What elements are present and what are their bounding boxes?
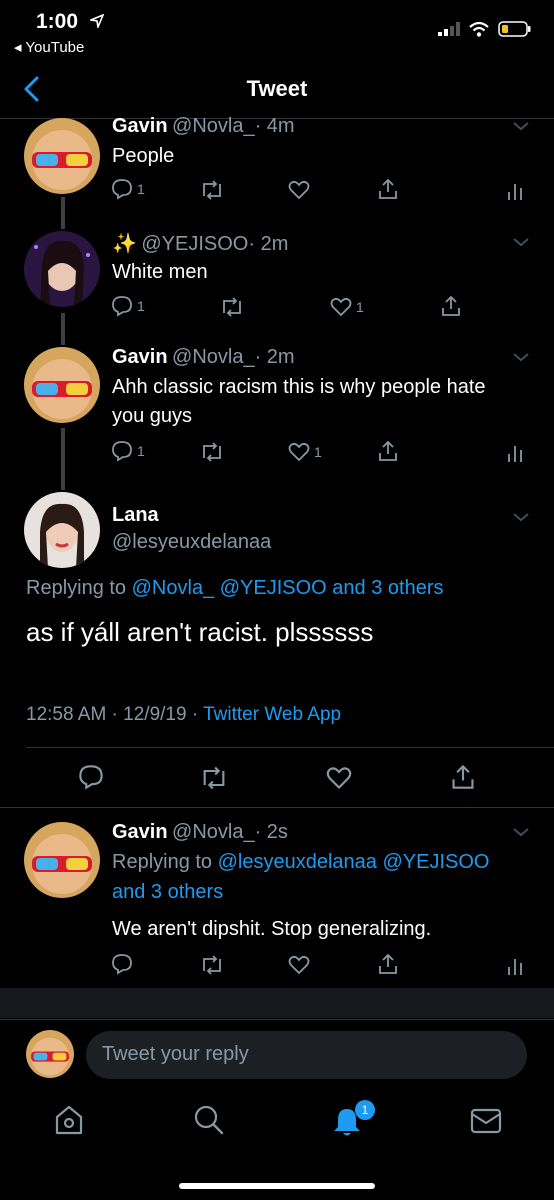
reply-icon bbox=[112, 441, 132, 462]
like-icon bbox=[288, 442, 310, 462]
tweet-timestamp: 12:58 AM · 12/9/19 · bbox=[26, 704, 204, 725]
like-icon[interactable] bbox=[326, 766, 352, 790]
reply-count: 1 bbox=[137, 443, 145, 459]
author-handle[interactable]: @YEJISOO bbox=[141, 233, 248, 255]
reply-action[interactable]: 1 bbox=[111, 440, 145, 462]
home-icon[interactable] bbox=[54, 1104, 84, 1136]
like-count: 1 bbox=[356, 299, 364, 315]
author-handle[interactable]: @Novla_ bbox=[172, 346, 255, 368]
author-handle[interactable]: @Novla_ bbox=[172, 821, 255, 843]
tweet-time: · 2s bbox=[254, 821, 288, 843]
tweet-text: We aren't dipshit. Stop generalizing. bbox=[112, 918, 432, 940]
chevron-down-icon[interactable] bbox=[512, 352, 530, 362]
divider bbox=[26, 747, 554, 748]
author-name[interactable]: Gavin bbox=[112, 821, 168, 843]
avatar[interactable] bbox=[24, 822, 100, 898]
reply-icon bbox=[112, 179, 132, 200]
retweet-icon[interactable] bbox=[220, 297, 244, 317]
avatar[interactable] bbox=[24, 492, 100, 568]
tweet-time: · 4m bbox=[254, 115, 295, 137]
like-icon bbox=[330, 297, 352, 317]
reply-input[interactable]: Tweet your reply bbox=[86, 1031, 527, 1079]
thread-connector bbox=[61, 313, 65, 345]
retweet-icon[interactable] bbox=[200, 766, 228, 790]
tweet-text-line: Ahh classic racism this is why people ha… bbox=[112, 376, 486, 398]
author-name[interactable]: ✨ bbox=[112, 233, 137, 255]
tweet-time: · 2m bbox=[248, 233, 289, 255]
share-icon[interactable] bbox=[377, 178, 399, 200]
status-time: 1:00 bbox=[36, 10, 79, 33]
tweet-time: · 2m bbox=[254, 346, 295, 368]
location-arrow-icon bbox=[90, 14, 104, 28]
retweet-icon[interactable] bbox=[200, 955, 224, 975]
author-name[interactable]: Lana bbox=[112, 504, 159, 527]
reply-icon bbox=[112, 296, 132, 317]
analytics-icon[interactable] bbox=[506, 955, 524, 975]
home-indicator bbox=[179, 1183, 375, 1189]
composer-avatar bbox=[26, 1030, 74, 1078]
avatar[interactable] bbox=[24, 347, 100, 423]
reply-icon[interactable] bbox=[78, 764, 104, 790]
retweet-icon[interactable] bbox=[200, 180, 224, 200]
replying-to-label: Replying to bbox=[112, 851, 213, 873]
author-handle[interactable]: @lesyeuxdelanaa bbox=[112, 531, 271, 554]
page-title: Tweet bbox=[246, 76, 308, 101]
share-icon[interactable] bbox=[450, 764, 476, 790]
like-count: 1 bbox=[314, 444, 322, 460]
divider bbox=[0, 1019, 554, 1020]
replying-to-users[interactable]: @lesyeuxdelanaa @YEJISOO bbox=[218, 851, 490, 873]
thread-connector bbox=[61, 197, 65, 229]
back-to-app-link[interactable]: ◂ YouTube bbox=[14, 38, 84, 56]
replying-to-users[interactable]: @Novla_ @YEJISOO and 3 others bbox=[132, 577, 444, 599]
divider bbox=[0, 807, 554, 808]
wifi-icon bbox=[469, 21, 489, 37]
chevron-down-icon[interactable] bbox=[512, 827, 530, 837]
thread-connector bbox=[61, 428, 65, 490]
tweet-text: People bbox=[112, 145, 175, 167]
analytics-icon[interactable] bbox=[506, 442, 524, 462]
tweet-text: White men bbox=[112, 261, 208, 283]
author-name[interactable]: Gavin bbox=[112, 346, 168, 368]
section-gap bbox=[0, 988, 554, 1018]
like-icon[interactable] bbox=[288, 180, 310, 200]
retweet-icon[interactable] bbox=[200, 442, 224, 462]
chevron-down-icon[interactable] bbox=[512, 237, 530, 247]
main-tweet-text: as if yáll aren't racist. plssssss bbox=[26, 617, 374, 647]
search-icon[interactable] bbox=[193, 1104, 225, 1136]
notification-badge: 1 bbox=[355, 1100, 375, 1120]
chevron-down-icon[interactable] bbox=[512, 512, 530, 522]
share-icon[interactable] bbox=[377, 953, 399, 975]
reply-count: 1 bbox=[137, 298, 145, 314]
reply-icon[interactable] bbox=[111, 953, 133, 975]
reply-action[interactable]: 1 bbox=[111, 295, 145, 317]
reply-count: 1 bbox=[137, 181, 145, 197]
tweet-text-line: you guys bbox=[112, 405, 193, 427]
analytics-icon[interactable] bbox=[506, 180, 524, 200]
avatar[interactable] bbox=[24, 118, 100, 194]
chevron-down-icon[interactable] bbox=[512, 121, 530, 131]
share-icon[interactable] bbox=[377, 440, 399, 462]
reply-action[interactable]: 1 bbox=[111, 178, 145, 200]
messages-icon[interactable] bbox=[470, 1108, 502, 1134]
avatar[interactable] bbox=[24, 231, 100, 307]
replying-to-label: Replying to bbox=[26, 577, 127, 599]
like-action[interactable]: 1 bbox=[330, 297, 364, 317]
cellular-signal-icon bbox=[438, 22, 460, 36]
like-icon[interactable] bbox=[288, 955, 310, 975]
author-name[interactable]: Gavin bbox=[112, 115, 168, 137]
battery-low-icon bbox=[498, 21, 531, 37]
author-handle[interactable]: @Novla_ bbox=[172, 115, 255, 137]
share-icon[interactable] bbox=[440, 295, 462, 317]
tweet-source[interactable]: Twitter Web App bbox=[203, 704, 341, 725]
like-action[interactable]: 1 bbox=[288, 442, 322, 462]
replying-to-others[interactable]: and 3 others bbox=[112, 881, 223, 904]
